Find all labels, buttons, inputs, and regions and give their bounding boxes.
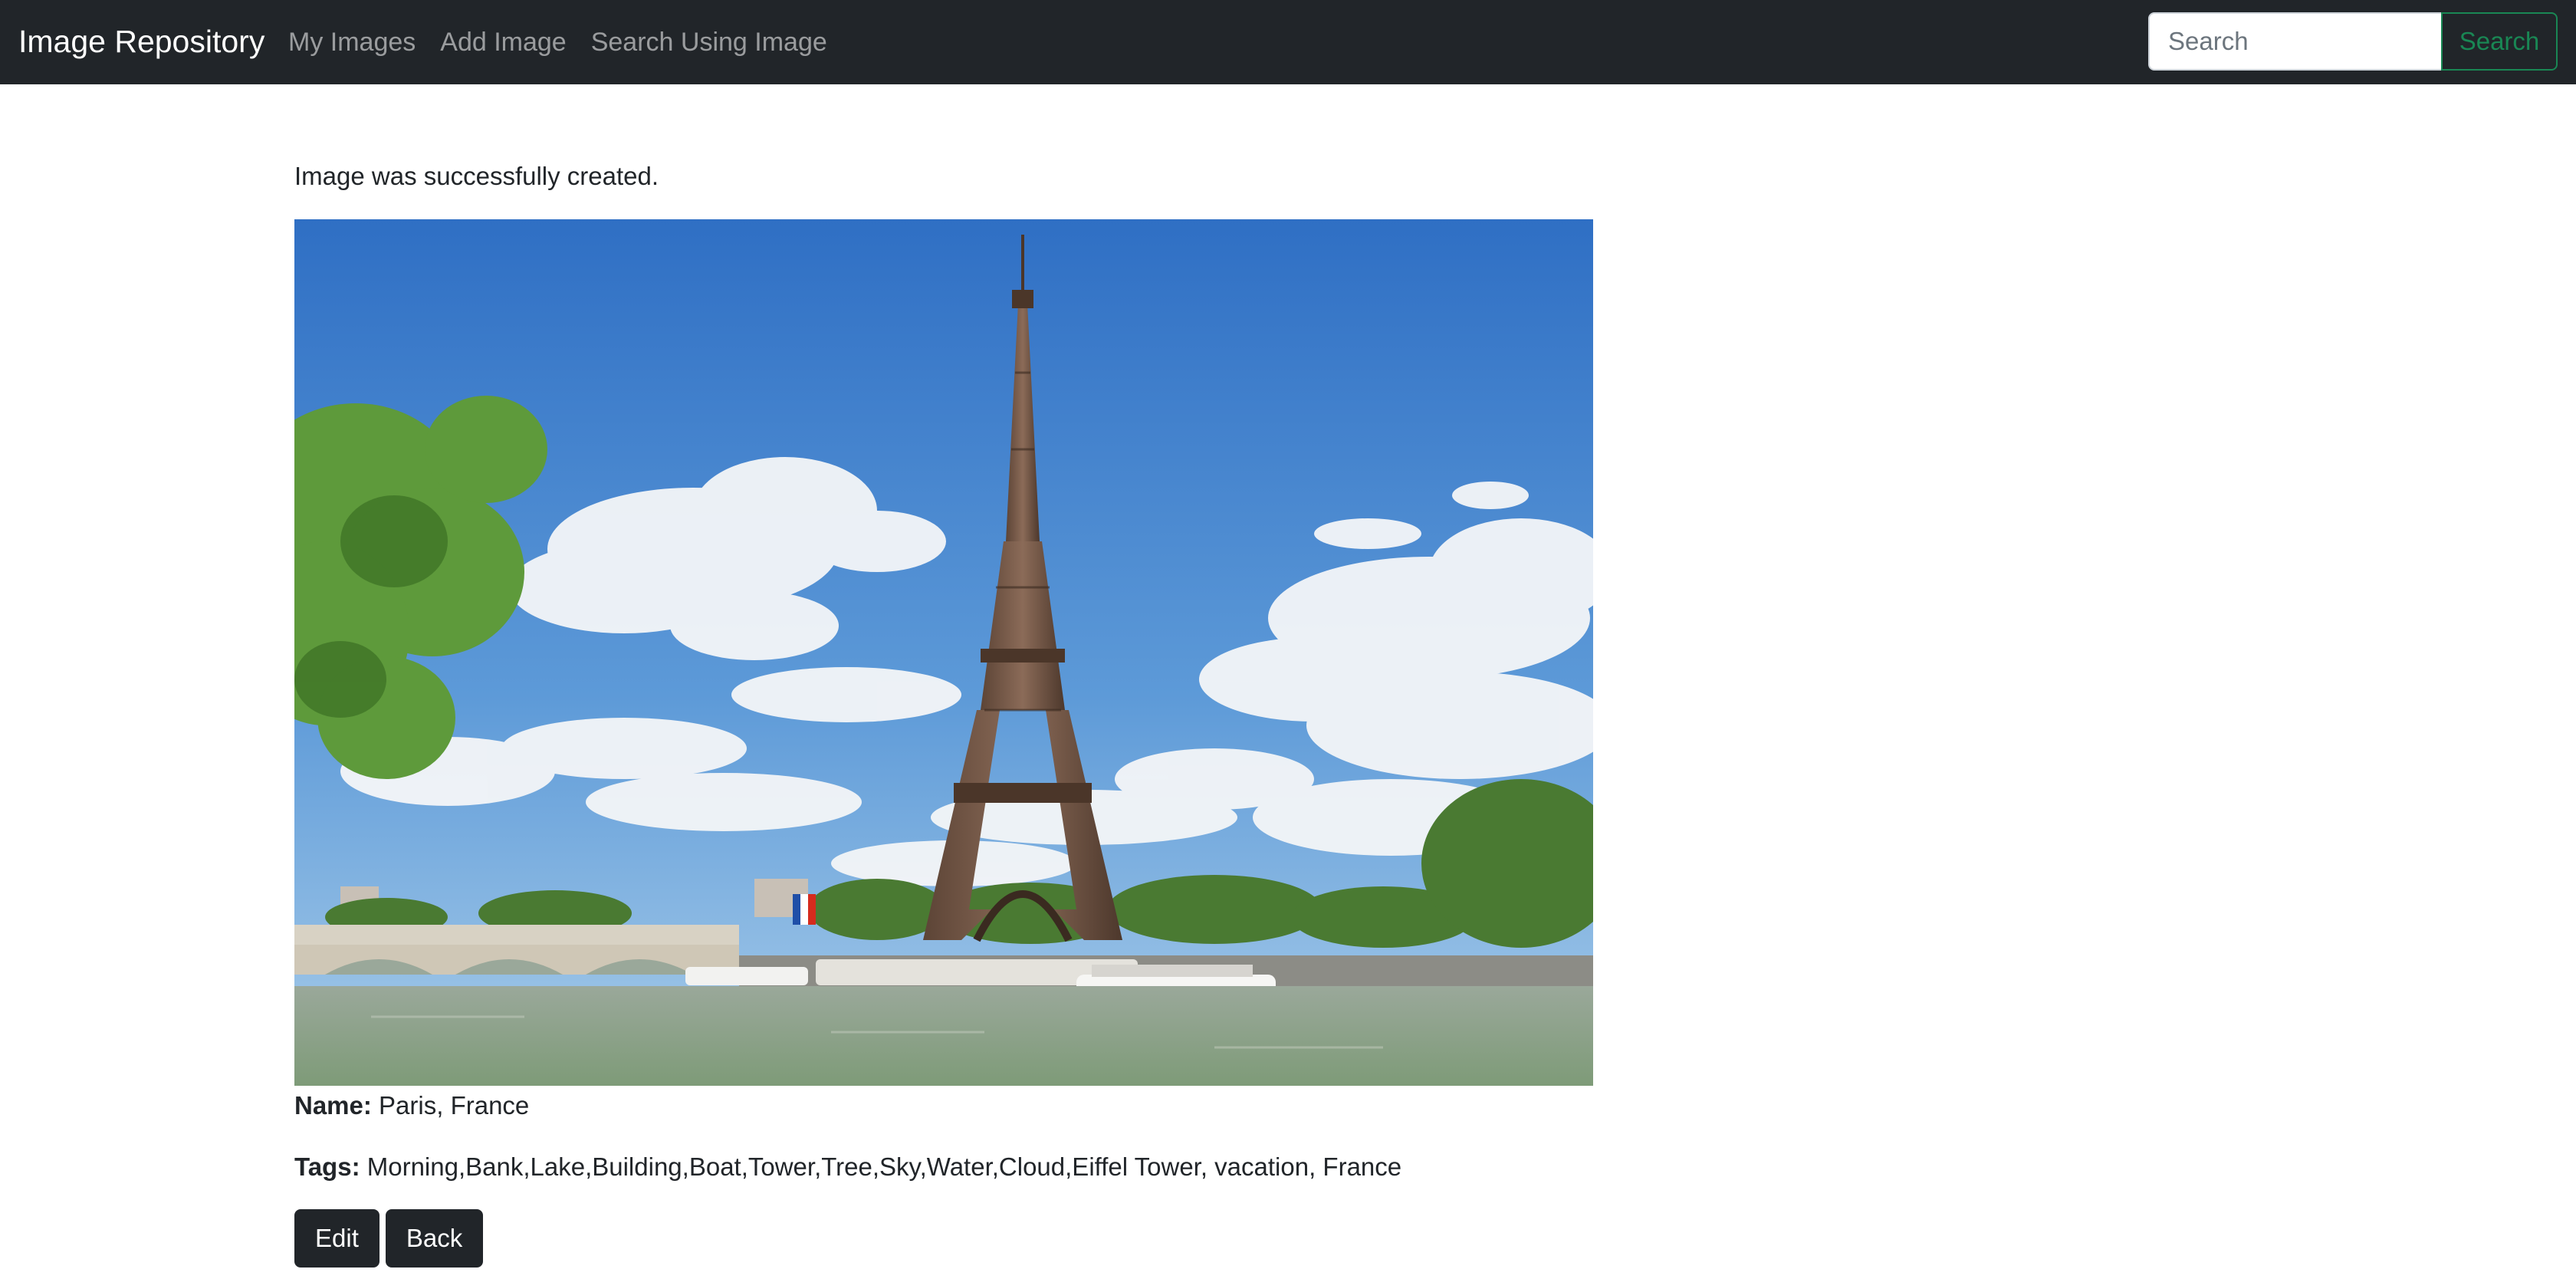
action-buttons: Edit Back: [294, 1209, 484, 1267]
nav-link-my-images[interactable]: My Images: [288, 25, 416, 60]
tags-value: Morning,Bank,Lake,Building,Boat,Tower,Tr…: [366, 1152, 1402, 1181]
brand-link[interactable]: Image Repository: [18, 21, 264, 62]
top-navbar: Image Repository My Images Add Image Sea…: [0, 0, 2576, 84]
edit-button[interactable]: Edit: [294, 1209, 380, 1267]
search-input[interactable]: [2148, 12, 2443, 71]
nav-link-add-image[interactable]: Add Image: [440, 25, 566, 60]
eiffel-tower-photo: [294, 219, 1593, 1086]
tags-label: Tags:: [294, 1152, 360, 1181]
search-button[interactable]: Search: [2441, 12, 2558, 71]
image-tags-line: Tags: Morning,Bank,Lake,Building,Boat,To…: [294, 1150, 1401, 1184]
success-notice: Image was successfully created.: [294, 162, 659, 190]
name-value: Paris, France: [379, 1091, 530, 1120]
back-button[interactable]: Back: [385, 1209, 484, 1267]
nav-link-search-using-image[interactable]: Search Using Image: [591, 25, 827, 60]
search-form: Search: [2148, 12, 2558, 71]
nav-links: My Images Add Image Search Using Image: [288, 25, 852, 60]
image-name-line: Name: Paris, France: [294, 1089, 529, 1123]
name-label: Name:: [294, 1091, 372, 1120]
